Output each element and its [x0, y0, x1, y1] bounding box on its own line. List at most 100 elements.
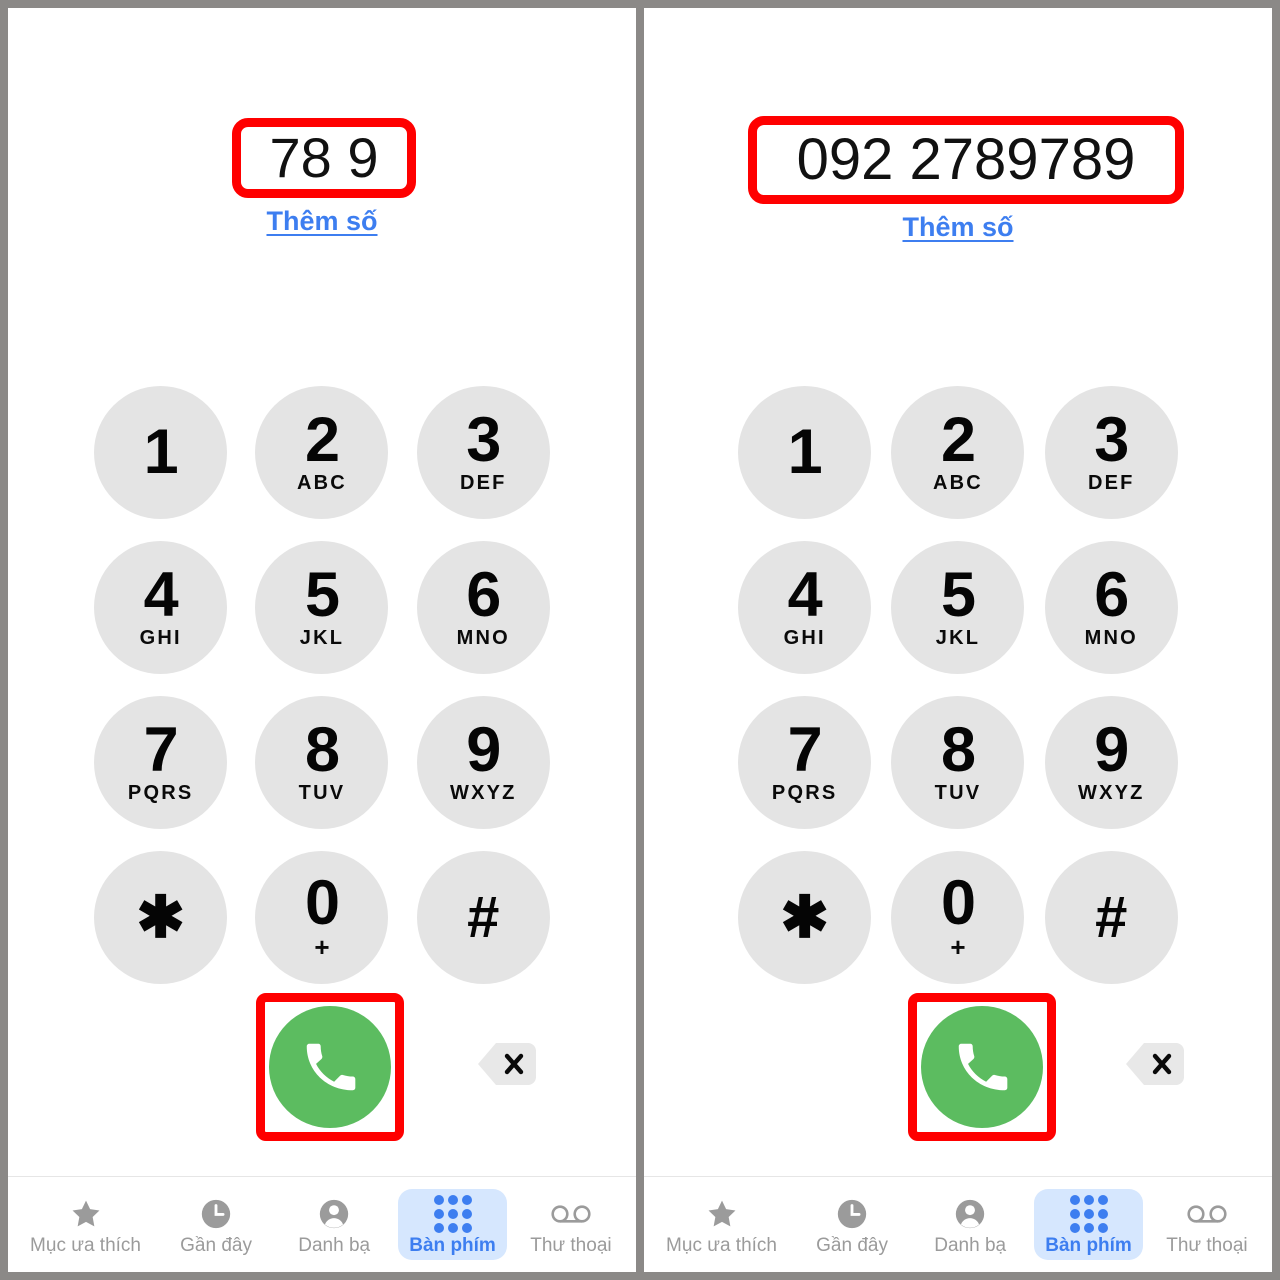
- dialpad-key-letters: PQRS: [771, 781, 838, 804]
- dialed-number-right: 092 2789789: [796, 127, 1136, 192]
- person-icon: [317, 1196, 351, 1232]
- dialpad-key-7[interactable]: 7 PQRS: [94, 696, 228, 829]
- star-icon: [69, 1196, 103, 1232]
- tab-recents-left[interactable]: Gần đây: [162, 1189, 270, 1260]
- call-button-left[interactable]: [269, 1006, 391, 1128]
- dialpad-key-letters: JKL: [935, 626, 981, 649]
- dialed-number-highlight-right: 092 2789789: [748, 116, 1184, 204]
- dialpad-key-letters: ABC: [297, 471, 347, 494]
- dialpad-key-digit: 2: [304, 405, 340, 476]
- dialpad-key-asterisk[interactable]: ✱: [94, 851, 228, 984]
- tab-contacts-left[interactable]: Danh bạ: [280, 1189, 388, 1260]
- dialpad-key-8[interactable]: 8 TUV: [255, 696, 389, 829]
- tab-contacts-right[interactable]: Danh bạ: [916, 1189, 1024, 1260]
- dialpad-key-asterisk[interactable]: ✱: [738, 851, 872, 984]
- dialpad-key-digit: 7: [787, 715, 823, 786]
- dialpad-key-0[interactable]: 0 +: [255, 851, 389, 984]
- dialpad-key-digit: 3: [1094, 405, 1129, 476]
- dialpad-key-letters: GHI: [783, 626, 826, 649]
- phone-handset-icon: [306, 1043, 356, 1091]
- tab-bar-right: Mục ưa thích Gần đây Danh bạ Bàn phím Th…: [644, 1176, 1272, 1272]
- call-action-row-right: [644, 993, 1272, 1153]
- dialpad-key-digit: 7: [143, 715, 179, 786]
- screenshot-root: 78 9 Thêm số 1 2 ABC 3 DEF 4 GHI 5 JKL 6…: [0, 0, 1280, 1280]
- tab-label: Bàn phím: [409, 1235, 496, 1256]
- dialpad-key-letters: DEF: [1088, 471, 1135, 494]
- dialpad-key-0[interactable]: 0 +: [891, 851, 1025, 984]
- dialpad-key-digit: 9: [1094, 715, 1129, 786]
- tab-label: Mục ưa thích: [666, 1235, 777, 1256]
- dialpad-key-3[interactable]: 3 DEF: [416, 386, 550, 519]
- dialpad-key-letters: DEF: [460, 471, 507, 494]
- dialpad-key-letters: MNO: [456, 626, 510, 649]
- dialpad-key-letters: GHI: [139, 626, 182, 649]
- dialpad-key-7[interactable]: 7 PQRS: [738, 696, 872, 829]
- voicemail-icon: [551, 1196, 591, 1232]
- call-button-right[interactable]: [921, 1006, 1043, 1128]
- keypad-dots-icon: [433, 1195, 472, 1233]
- add-number-link-right[interactable]: Thêm số: [644, 212, 1272, 243]
- backspace-delete-icon: [478, 1043, 536, 1085]
- dialpad-key-9[interactable]: 9 WXYZ: [1044, 696, 1178, 829]
- dialpad-key-digit: 0: [304, 868, 340, 939]
- hash-icon: #: [1095, 884, 1128, 950]
- asterisk-icon: ✱: [780, 884, 829, 950]
- backspace-delete-icon: [1126, 1043, 1184, 1085]
- dialpad-key-3[interactable]: 3 DEF: [1044, 386, 1178, 519]
- phone-dialer-panel-right: 092 2789789 Thêm số 1 2 ABC 3 DEF 4 GHI …: [644, 8, 1272, 1272]
- call-button-highlight-right: [908, 993, 1056, 1141]
- clock-icon: [835, 1196, 869, 1232]
- dialpad-key-6[interactable]: 6 MNO: [416, 541, 550, 674]
- tab-voicemail-right[interactable]: Thư thoại: [1153, 1189, 1261, 1260]
- tab-recents-right[interactable]: Gần đây: [798, 1189, 906, 1260]
- tab-label: Mục ưa thích: [30, 1235, 141, 1256]
- dialpad-key-5[interactable]: 5 JKL: [891, 541, 1025, 674]
- dialpad-key-1[interactable]: 1: [738, 386, 872, 519]
- tab-favorites-right[interactable]: Mục ưa thích: [655, 1189, 788, 1260]
- phone-handset-icon: [958, 1043, 1008, 1091]
- hash-icon: #: [467, 884, 500, 950]
- dialpad-left: 1 2 ABC 3 DEF 4 GHI 5 JKL 6 MNO 7 PQRS 8…: [8, 386, 636, 984]
- add-number-link-left[interactable]: Thêm số: [8, 206, 636, 237]
- dialpad-key-4[interactable]: 4 GHI: [738, 541, 872, 674]
- number-display-zone-right: 092 2789789 Thêm số: [644, 8, 1272, 258]
- dialpad-key-digit: 5: [940, 560, 976, 631]
- phone-dialer-panel-left: 78 9 Thêm số 1 2 ABC 3 DEF 4 GHI 5 JKL 6…: [8, 8, 636, 1272]
- dialed-number-highlight-left: 78 9: [232, 118, 416, 198]
- plus-icon: +: [950, 931, 966, 962]
- dialpad-key-digit: 4: [143, 560, 179, 631]
- dialpad-key-hash[interactable]: #: [1044, 851, 1178, 984]
- tab-keypad-left[interactable]: Bàn phím: [398, 1189, 507, 1260]
- call-action-row-left: [8, 993, 636, 1153]
- tab-label: Bàn phím: [1045, 1235, 1132, 1256]
- backspace-button-left[interactable]: [476, 1041, 538, 1087]
- dialpad-key-digit: 0: [940, 868, 976, 939]
- dialpad-key-1[interactable]: 1: [94, 386, 228, 519]
- clock-icon: [199, 1196, 233, 1232]
- dialpad-key-5[interactable]: 5 JKL: [255, 541, 389, 674]
- asterisk-icon: ✱: [136, 884, 185, 950]
- star-icon: [705, 1196, 739, 1232]
- dialpad-key-digit: 3: [466, 405, 501, 476]
- tab-label: Thư thoại: [530, 1235, 612, 1256]
- dialpad-key-digit: 2: [940, 405, 976, 476]
- dialpad-key-digit: 1: [787, 416, 823, 487]
- dialpad-key-8[interactable]: 8 TUV: [891, 696, 1025, 829]
- dialpad-key-digit: 6: [1094, 560, 1129, 631]
- tab-voicemail-left[interactable]: Thư thoại: [517, 1189, 625, 1260]
- backspace-button-right[interactable]: [1124, 1041, 1186, 1087]
- dialpad-key-6[interactable]: 6 MNO: [1044, 541, 1178, 674]
- dialpad-key-letters: WXYZ: [450, 781, 517, 804]
- dialpad-key-hash[interactable]: #: [416, 851, 550, 984]
- dialpad-key-letters: PQRS: [127, 781, 194, 804]
- tab-keypad-right[interactable]: Bàn phím: [1034, 1189, 1143, 1260]
- tab-favorites-left[interactable]: Mục ưa thích: [19, 1189, 152, 1260]
- dialpad-right: 1 2 ABC 3 DEF 4 GHI 5 JKL 6 MNO 7 PQRS 8…: [644, 386, 1272, 984]
- tab-bar-left: Mục ưa thích Gần đây Danh bạ Bàn phím Th…: [8, 1176, 636, 1272]
- dialed-number-left: 78 9: [269, 126, 379, 189]
- dialpad-key-2[interactable]: 2 ABC: [891, 386, 1025, 519]
- dialpad-key-9[interactable]: 9 WXYZ: [416, 696, 550, 829]
- dialpad-key-2[interactable]: 2 ABC: [255, 386, 389, 519]
- voicemail-icon: [1187, 1196, 1227, 1232]
- dialpad-key-4[interactable]: 4 GHI: [94, 541, 228, 674]
